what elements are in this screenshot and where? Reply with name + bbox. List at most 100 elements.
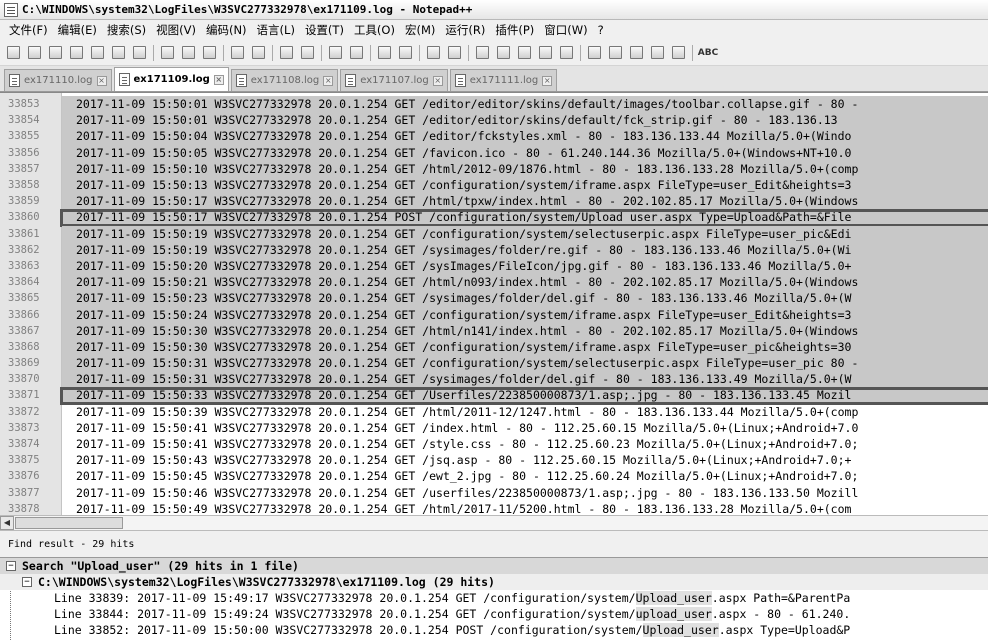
indent-guide-icon[interactable] bbox=[473, 44, 491, 62]
text-editor[interactable]: 33853 2017-11-09 15:50:01 W3SVC277332978 … bbox=[0, 92, 988, 515]
undo-icon[interactable] bbox=[228, 44, 246, 62]
log-line[interactable]: 33859 2017-11-09 15:50:17 W3SVC277332978 … bbox=[0, 193, 988, 210]
editor-content[interactable]: 33853 2017-11-09 15:50:01 W3SVC277332978 … bbox=[0, 96, 988, 515]
file-tab[interactable]: ex171107.log × bbox=[340, 69, 448, 91]
toolbar-separator bbox=[580, 44, 581, 61]
file-tab[interactable]: ex171110.log × bbox=[4, 69, 112, 91]
copy-icon[interactable] bbox=[179, 44, 197, 62]
log-line[interactable]: 33857 2017-11-09 15:50:10 W3SVC277332978 … bbox=[0, 160, 988, 177]
log-line[interactable]: 33870 2017-11-09 15:50:31 W3SVC277332978 … bbox=[0, 371, 988, 388]
fold-minus-icon[interactable]: − bbox=[6, 561, 16, 571]
menu-item[interactable]: 宏(M) bbox=[400, 22, 440, 38]
log-line[interactable]: 33856 2017-11-09 15:50:05 W3SVC277332978 … bbox=[0, 144, 988, 161]
save-icon[interactable] bbox=[46, 44, 64, 62]
tab-label: ex171109.log bbox=[133, 74, 210, 85]
log-line[interactable]: 33877 2017-11-09 15:50:46 W3SVC277332978 … bbox=[0, 485, 988, 501]
line-number: 33858 bbox=[8, 179, 40, 192]
file-tab[interactable]: ex171108.log × bbox=[230, 69, 339, 91]
log-line[interactable]: 33865 2017-11-09 15:50:23 W3SVC277332978 … bbox=[0, 290, 988, 307]
menu-item[interactable]: 工具(O) bbox=[349, 22, 400, 38]
close-tab-icon[interactable]: × bbox=[213, 74, 224, 85]
open-file-icon[interactable] bbox=[25, 44, 43, 62]
new-file-icon[interactable] bbox=[4, 44, 22, 62]
spellcheck-icon[interactable]: ABC bbox=[697, 44, 719, 62]
zoom-in-icon[interactable] bbox=[326, 44, 344, 62]
redo-icon[interactable] bbox=[249, 44, 267, 62]
stop-macro-icon[interactable] bbox=[606, 44, 624, 62]
log-line[interactable]: 33876 2017-11-09 15:50:45 W3SVC277332978 … bbox=[0, 468, 988, 484]
log-line[interactable]: 33868 2017-11-09 15:50:30 W3SVC277332978 … bbox=[0, 338, 988, 355]
sync-horizontal-icon[interactable] bbox=[396, 44, 414, 62]
log-line[interactable]: 33861 2017-11-09 15:50:19 W3SVC277332978 … bbox=[0, 225, 988, 242]
log-line[interactable]: 33853 2017-11-09 15:50:01 W3SVC277332978 … bbox=[0, 96, 988, 113]
log-line[interactable]: 33866 2017-11-09 15:50:24 W3SVC277332978 … bbox=[0, 306, 988, 323]
save-macro-icon[interactable] bbox=[669, 44, 687, 62]
function-list-icon[interactable] bbox=[515, 44, 533, 62]
play-macro-icon[interactable] bbox=[627, 44, 645, 62]
highlighted-log-line[interactable]: 33871 2017-11-09 15:50:33 W3SVC277332978 … bbox=[0, 387, 988, 405]
close-tab-icon[interactable]: × bbox=[323, 75, 334, 86]
highlighted-log-line[interactable]: 33860 2017-11-09 15:50:17 W3SVC277332978 … bbox=[0, 209, 988, 227]
scroll-left-arrow-icon[interactable]: ◀ bbox=[0, 516, 14, 530]
search-hit-line[interactable]: Line 33852: 2017-11-09 15:50:00 W3SVC277… bbox=[0, 622, 988, 638]
log-line[interactable]: 33874 2017-11-09 15:50:41 W3SVC277332978 … bbox=[0, 436, 988, 452]
menu-item[interactable]: 语言(L) bbox=[252, 22, 300, 38]
folder-workspace-icon[interactable] bbox=[536, 44, 554, 62]
horizontal-scrollbar[interactable]: ◀ bbox=[0, 515, 988, 531]
menu-item[interactable]: 插件(P) bbox=[490, 22, 539, 38]
replace-icon[interactable] bbox=[298, 44, 316, 62]
save-all-icon[interactable] bbox=[67, 44, 85, 62]
search-hit-line[interactable]: Line 33844: 2017-11-09 15:49:24 W3SVC277… bbox=[0, 606, 988, 622]
toolbar-separator bbox=[223, 44, 224, 61]
print-icon[interactable] bbox=[130, 44, 148, 62]
search-summary-line[interactable]: − Search "Upload_user" (29 hits in 1 fil… bbox=[0, 558, 988, 574]
run-macro-multiple-icon[interactable] bbox=[648, 44, 666, 62]
close-tab-icon[interactable]: × bbox=[96, 75, 107, 86]
paste-icon[interactable] bbox=[200, 44, 218, 62]
show-all-chars-icon[interactable] bbox=[445, 44, 463, 62]
log-line[interactable]: 33875 2017-11-09 15:50:43 W3SVC277332978 … bbox=[0, 452, 988, 468]
search-hit-line[interactable]: Line 33839: 2017-11-09 15:49:17 W3SVC277… bbox=[0, 590, 988, 606]
menu-item[interactable]: ? bbox=[593, 23, 609, 37]
search-hit-text: .aspx - 80 - 61.240. bbox=[711, 607, 851, 621]
menu-item[interactable]: 运行(R) bbox=[440, 22, 490, 38]
document-map-icon[interactable] bbox=[494, 44, 512, 62]
close-tab-icon[interactable]: × bbox=[432, 75, 443, 86]
file-icon bbox=[345, 74, 357, 87]
menu-item[interactable]: 设置(T) bbox=[300, 22, 349, 38]
find-result-panel[interactable]: − Search "Upload_user" (29 hits in 1 fil… bbox=[0, 558, 988, 640]
search-file-line[interactable]: − C:\WINDOWS\system32\LogFiles\W3SVC2773… bbox=[0, 574, 988, 590]
line-text: 2017-11-09 15:50:05 W3SVC277332978 20.0.… bbox=[62, 145, 852, 160]
close-all-icon[interactable] bbox=[109, 44, 127, 62]
monitoring-icon[interactable] bbox=[557, 44, 575, 62]
file-tab[interactable]: ex171109.log × bbox=[113, 67, 229, 91]
log-line[interactable]: 33864 2017-11-09 15:50:21 W3SVC277332978 … bbox=[0, 274, 988, 291]
cut-icon[interactable] bbox=[158, 44, 176, 62]
log-line[interactable]: 33873 2017-11-09 15:50:41 W3SVC277332978 … bbox=[0, 420, 988, 436]
close-file-icon[interactable] bbox=[88, 44, 106, 62]
find-icon[interactable] bbox=[277, 44, 295, 62]
menu-item[interactable]: 文件(F) bbox=[4, 22, 53, 38]
log-line[interactable]: 33872 2017-11-09 15:50:39 W3SVC277332978 … bbox=[0, 404, 988, 420]
log-line[interactable]: 33855 2017-11-09 15:50:04 W3SVC277332978 … bbox=[0, 128, 988, 145]
file-tab[interactable]: ex171111.log × bbox=[449, 69, 558, 91]
log-line[interactable]: 33854 2017-11-09 15:50:01 W3SVC277332978 … bbox=[0, 112, 988, 129]
sync-vertical-icon[interactable] bbox=[375, 44, 393, 62]
record-macro-icon[interactable] bbox=[585, 44, 603, 62]
word-wrap-icon[interactable] bbox=[424, 44, 442, 62]
log-line[interactable]: 33867 2017-11-09 15:50:30 W3SVC277332978 … bbox=[0, 322, 988, 339]
menu-item[interactable]: 搜索(S) bbox=[102, 22, 151, 38]
log-line[interactable]: 33858 2017-11-09 15:50:13 W3SVC277332978 … bbox=[0, 176, 988, 194]
close-tab-icon[interactable]: × bbox=[542, 75, 553, 86]
fold-minus-icon[interactable]: − bbox=[22, 577, 32, 587]
menu-item[interactable]: 窗口(W) bbox=[539, 22, 592, 38]
menu-item[interactable]: 编码(N) bbox=[201, 22, 252, 38]
log-line[interactable]: 33878 2017-11-09 15:50:49 W3SVC277332978 … bbox=[0, 501, 988, 515]
log-line[interactable]: 33862 2017-11-09 15:50:19 W3SVC277332978 … bbox=[0, 241, 988, 258]
log-line[interactable]: 33869 2017-11-09 15:50:31 W3SVC277332978 … bbox=[0, 355, 988, 372]
log-line[interactable]: 33863 2017-11-09 15:50:20 W3SVC277332978 … bbox=[0, 257, 988, 275]
zoom-out-icon[interactable] bbox=[347, 44, 365, 62]
scrollbar-thumb[interactable] bbox=[15, 517, 123, 529]
menu-item[interactable]: 编辑(E) bbox=[53, 22, 102, 38]
menu-item[interactable]: 视图(V) bbox=[151, 22, 201, 38]
